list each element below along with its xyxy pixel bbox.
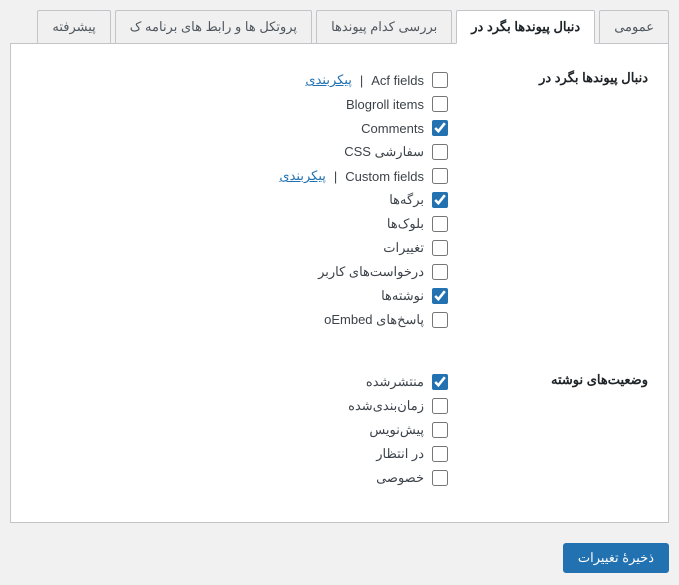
checkbox-blogroll[interactable]: [432, 96, 448, 112]
option-row-pages: برگه‌ها: [31, 188, 448, 212]
status-checkbox-private[interactable]: [432, 470, 448, 486]
option-row-acf: پیکربندی | Acf fields: [31, 68, 448, 92]
option-label-oembed: پاسخ‌های oEmbed: [324, 312, 424, 328]
status-checkbox-scheduled[interactable]: [432, 398, 448, 414]
status-checkbox-pending[interactable]: [432, 446, 448, 462]
option-label-requests: درخواست‌های کاربر: [318, 264, 424, 280]
option-label-customfields: Custom fields: [345, 169, 424, 184]
config-link-acf[interactable]: پیکربندی: [305, 72, 351, 88]
tabs-nav: عمومی دنبال پیوندها بگرد در بررسی کدام پ…: [0, 10, 669, 44]
status-label-private: خصوصی: [376, 470, 424, 486]
option-label-blogroll: Blogroll items: [346, 97, 424, 112]
tab-advanced[interactable]: پیشرفته: [37, 10, 110, 44]
option-row-blocks: بلوک‌ها: [31, 212, 448, 236]
option-row-customfields: پیکربندی | Custom fields: [31, 164, 448, 188]
tab-look-for-links[interactable]: دنبال پیوندها بگرد در: [456, 10, 595, 44]
save-button[interactable]: ذخیرۀ تغییرات: [563, 543, 669, 573]
status-row-draft: پیش‌نویس: [31, 418, 448, 442]
checkbox-customfields[interactable]: [432, 168, 448, 184]
status-row-scheduled: زمان‌بندی‌شده: [31, 394, 448, 418]
section-label-post-statuses: وضعیت‌های نوشته: [448, 370, 648, 490]
option-label-posts: نوشته‌ها: [381, 288, 424, 304]
checkbox-oembed[interactable]: [432, 312, 448, 328]
status-row-published: منتشرشده: [31, 370, 448, 394]
tab-which-links[interactable]: بررسی کدام پیوندها: [316, 10, 452, 44]
option-row-css: CSS سفارشی: [31, 140, 448, 164]
settings-panel: دنبال پیوندها بگرد در پیکربندی | Acf fie…: [10, 43, 669, 523]
option-label-css: CSS سفارشی: [344, 144, 424, 160]
checkbox-acf[interactable]: [432, 72, 448, 88]
checkbox-changes[interactable]: [432, 240, 448, 256]
checkbox-posts[interactable]: [432, 288, 448, 304]
checkbox-css[interactable]: [432, 144, 448, 160]
option-row-oembed: پاسخ‌های oEmbed: [31, 308, 448, 332]
status-checkbox-published[interactable]: [432, 374, 448, 390]
option-row-comments: Comments: [31, 116, 448, 140]
status-label-scheduled: زمان‌بندی‌شده: [348, 398, 424, 414]
checkbox-pages[interactable]: [432, 192, 448, 208]
status-label-published: منتشرشده: [366, 374, 424, 390]
option-row-posts: نوشته‌ها: [31, 284, 448, 308]
section-label-look-for-links: دنبال پیوندها بگرد در: [448, 68, 648, 332]
tab-protocols[interactable]: پروتکل ها و رابط های برنامه ک: [115, 10, 312, 44]
option-row-changes: تغییرات: [31, 236, 448, 260]
option-row-blogroll: Blogroll items: [31, 92, 448, 116]
status-label-pending: در انتظار: [376, 446, 424, 462]
checkbox-blocks[interactable]: [432, 216, 448, 232]
checkbox-requests[interactable]: [432, 264, 448, 280]
option-label-acf: Acf fields: [371, 73, 424, 88]
status-row-private: خصوصی: [31, 466, 448, 490]
config-link-customfields[interactable]: پیکربندی: [279, 168, 325, 184]
status-checkbox-draft[interactable]: [432, 422, 448, 438]
submit-row: ذخیرۀ تغییرات: [0, 523, 679, 583]
option-label-comments: Comments: [361, 121, 424, 136]
tab-general[interactable]: عمومی: [599, 10, 669, 44]
option-label-blocks: بلوک‌ها: [387, 216, 424, 232]
option-row-requests: درخواست‌های کاربر: [31, 260, 448, 284]
checkbox-comments[interactable]: [432, 120, 448, 136]
option-label-pages: برگه‌ها: [389, 192, 424, 208]
status-row-pending: در انتظار: [31, 442, 448, 466]
option-label-changes: تغییرات: [383, 240, 424, 256]
status-label-draft: پیش‌نویس: [369, 422, 424, 438]
